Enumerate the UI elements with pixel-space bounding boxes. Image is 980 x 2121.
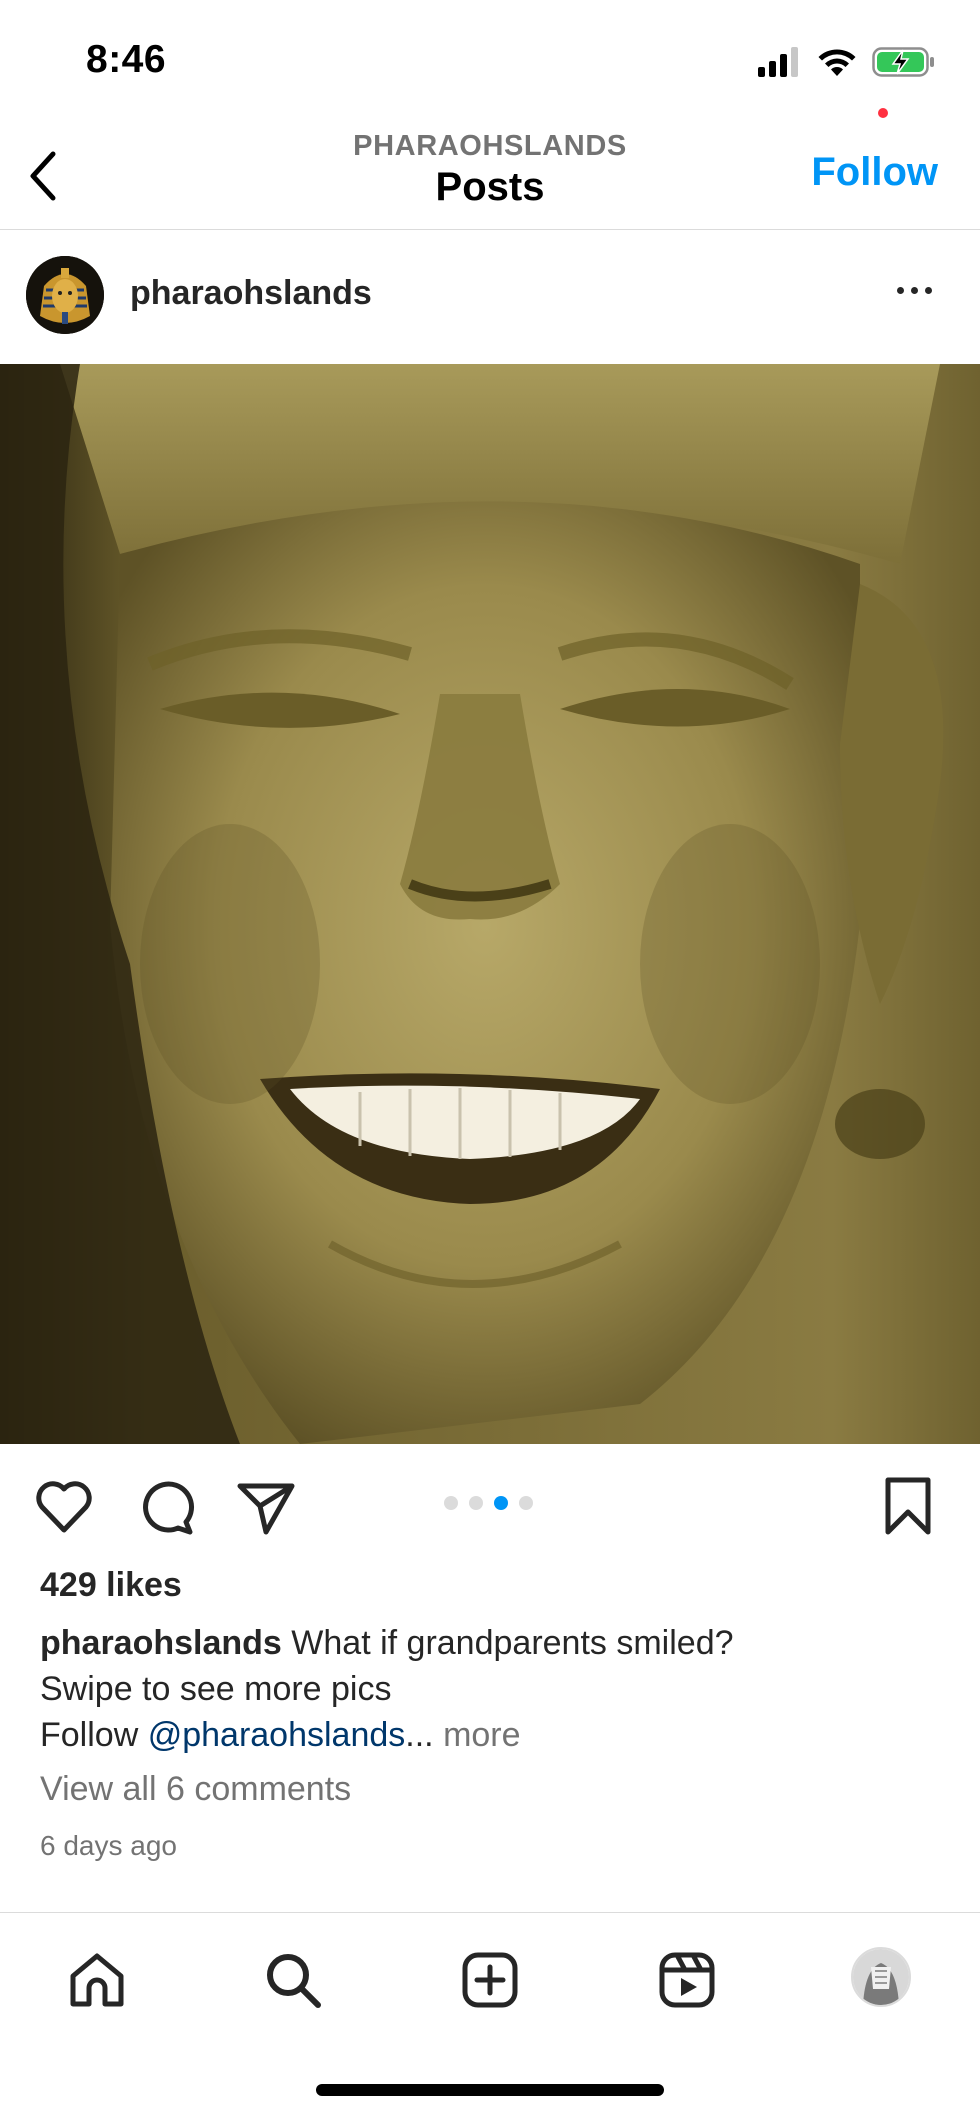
caption-mention-link[interactable]: @pharaohslands	[148, 1716, 406, 1754]
post-image[interactable]	[0, 364, 980, 1444]
heart-icon[interactable]	[32, 1474, 96, 1538]
caption-username[interactable]: pharaohslands	[40, 1624, 282, 1662]
post-header: pharaohslands	[0, 232, 980, 364]
home-indicator	[316, 2084, 664, 2096]
caption-more-link[interactable]: more	[434, 1716, 520, 1754]
more-options-button[interactable]	[884, 270, 944, 310]
post-actions	[0, 1444, 980, 1564]
more-dot-icon	[896, 286, 904, 294]
wifi-icon	[818, 49, 856, 76]
follow-button[interactable]: Follow	[811, 150, 938, 195]
pharaoh-mask-avatar-image	[26, 256, 104, 334]
likes-count[interactable]: 429 likes	[40, 1566, 182, 1605]
view-comments-link[interactable]: View all 6 comments	[40, 1770, 351, 1809]
tab-create[interactable]	[455, 1945, 525, 2015]
status-bar: 8:46	[0, 0, 980, 120]
carousel-dot	[469, 1496, 483, 1510]
share-icon[interactable]	[234, 1474, 298, 1538]
notification-dot	[878, 108, 888, 118]
battery-charging-icon	[872, 47, 934, 77]
carousel-indicator	[444, 1496, 533, 1510]
caption-line-2: Swipe to see more pics	[40, 1670, 392, 1708]
cellular-signal-icon	[758, 47, 798, 77]
search-icon	[267, 1954, 321, 2008]
home-icon	[70, 1953, 124, 2007]
create-post-icon	[462, 1952, 518, 2008]
status-icons	[758, 44, 936, 80]
more-dot-icon	[924, 286, 932, 294]
caption-text: What if grandparents smiled?	[281, 1624, 734, 1662]
carousel-dot	[444, 1496, 458, 1510]
tab-profile[interactable]	[851, 1947, 911, 2007]
tab-home[interactable]	[62, 1945, 132, 2015]
tab-reels[interactable]	[652, 1945, 722, 2015]
comment-icon[interactable]	[134, 1474, 198, 1538]
carousel-dot	[519, 1496, 533, 1510]
caption-follow-text: Follow	[40, 1716, 148, 1754]
more-dot-icon	[910, 286, 918, 294]
post-timestamp: 6 days ago	[40, 1830, 177, 1861]
caption-line-3: Follow @pharaohslands... more	[40, 1712, 960, 1758]
bookmark-icon[interactable]	[876, 1474, 940, 1538]
reels-icon	[659, 1952, 715, 2008]
carousel-dot-active	[494, 1496, 508, 1510]
tab-search[interactable]	[258, 1945, 328, 2015]
status-time: 8:46	[86, 38, 167, 81]
navigation-header: PHARAOHSLANDS Posts Follow	[0, 120, 980, 230]
smiling-pharaoh-statue-image	[0, 364, 980, 1444]
caption-ellipsis: ...	[405, 1716, 434, 1754]
profile-avatar	[853, 1949, 909, 2005]
avatar[interactable]	[26, 256, 104, 334]
caption-line-1: pharaohslands What if grandparents smile…	[40, 1620, 960, 1666]
post-username[interactable]: pharaohslands	[130, 274, 372, 313]
post-caption: pharaohslands What if grandparents smile…	[40, 1620, 960, 1758]
